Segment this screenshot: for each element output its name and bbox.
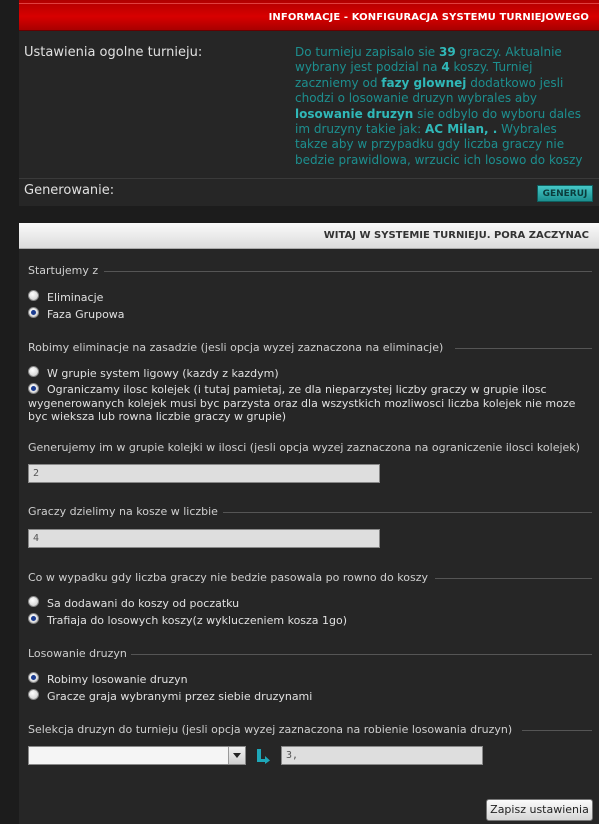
draw-mode: losowanie druzyn	[295, 106, 414, 121]
uneven-legend: Co w wypadku gdy liczba graczy nie bedzi…	[28, 571, 428, 584]
radio-league-system[interactable]	[28, 366, 39, 377]
teams-divider	[522, 730, 592, 731]
rounds-legend: Generujemy im w grupie kolejki w ilosci …	[28, 441, 580, 454]
baskets-divider	[223, 512, 592, 513]
generate-button[interactable]: GENERUJ	[537, 185, 593, 202]
generate-label: Generowanie:	[24, 183, 115, 198]
draw-divider	[131, 654, 592, 655]
start-phase: fazy glownej	[381, 75, 467, 90]
radio-add-from-start-label[interactable]: Sa dodawani do koszy od poczatku	[47, 597, 239, 610]
tournament-summary-text: Do turnieju zapisalo sie 39 graczy. Aktu…	[295, 45, 583, 167]
draw-legend: Losowanie druzyn	[28, 647, 127, 660]
radio-random-baskets-label[interactable]: Trafiaja do losowych koszy(z wykluczenie…	[47, 614, 347, 627]
radio-faza-grupowa-label[interactable]: Faza Grupowa	[47, 308, 125, 321]
selected-teams: AC Milan, .	[424, 122, 498, 137]
welcome-header-title: WITAJ W SYSTEMIE TURNIEJU. PORA ZACZYNAC	[323, 230, 589, 241]
radio-random-baskets[interactable]	[28, 613, 39, 624]
start-legend: Startujemy z	[28, 264, 99, 277]
radio-eliminacje-label[interactable]: Eliminacje	[47, 291, 103, 304]
start-divider	[104, 271, 592, 272]
radio-own-teams-label[interactable]: Gracze graja wybranymi przez siebie druz…	[47, 690, 312, 703]
radio-limit-rounds-label[interactable]: Ograniczamy ilosc kolejek (i tutaj pamie…	[28, 383, 588, 424]
uneven-divider	[435, 578, 592, 579]
radio-faza-grupowa[interactable]	[28, 307, 39, 318]
radio-own-teams[interactable]	[28, 689, 39, 700]
team-select[interactable]	[28, 746, 246, 765]
baskets-input[interactable]: 4	[28, 529, 380, 548]
baskets-legend: Graczy dzielimy na kosze w liczbie	[28, 505, 218, 518]
radio-add-from-start[interactable]	[28, 596, 39, 607]
general-settings-label: Ustawienia ogolne turnieju:	[24, 45, 203, 60]
info-header-title: INFORMACJE - KONFIGURACJA SYSTEMU TURNIE…	[268, 12, 589, 23]
info-header-bar: INFORMACJE - KONFIGURACJA SYSTEMU TURNIE…	[19, 0, 599, 31]
header-stripe	[19, 3, 599, 4]
save-settings-button[interactable]: Zapisz ustawienia	[486, 799, 593, 821]
selected-teams-field[interactable]: 3,	[281, 746, 483, 765]
teams-legend: Selekcja druzyn do turnieju (jesli opcja…	[28, 723, 513, 736]
elimination-legend: Robimy eliminacje na zasadzie (jesli opc…	[28, 341, 444, 354]
baskets-count: 4	[441, 60, 450, 75]
rounds-input[interactable]: 2	[28, 464, 380, 483]
elimination-divider	[455, 348, 592, 349]
radio-do-draw-label[interactable]: Robimy losowanie druzyn	[47, 673, 188, 686]
chevron-down-icon[interactable]	[228, 747, 245, 764]
players-count: 39	[439, 45, 456, 59]
add-team-arrow-icon[interactable]	[255, 747, 271, 764]
radio-eliminacje[interactable]	[28, 290, 39, 301]
radio-league-system-label[interactable]: W grupie system ligowy (kazdy z kazdym)	[47, 367, 279, 380]
radio-do-draw[interactable]	[28, 672, 39, 683]
welcome-header-bar: WITAJ W SYSTEMIE TURNIEJU. PORA ZACZYNAC	[19, 223, 599, 249]
